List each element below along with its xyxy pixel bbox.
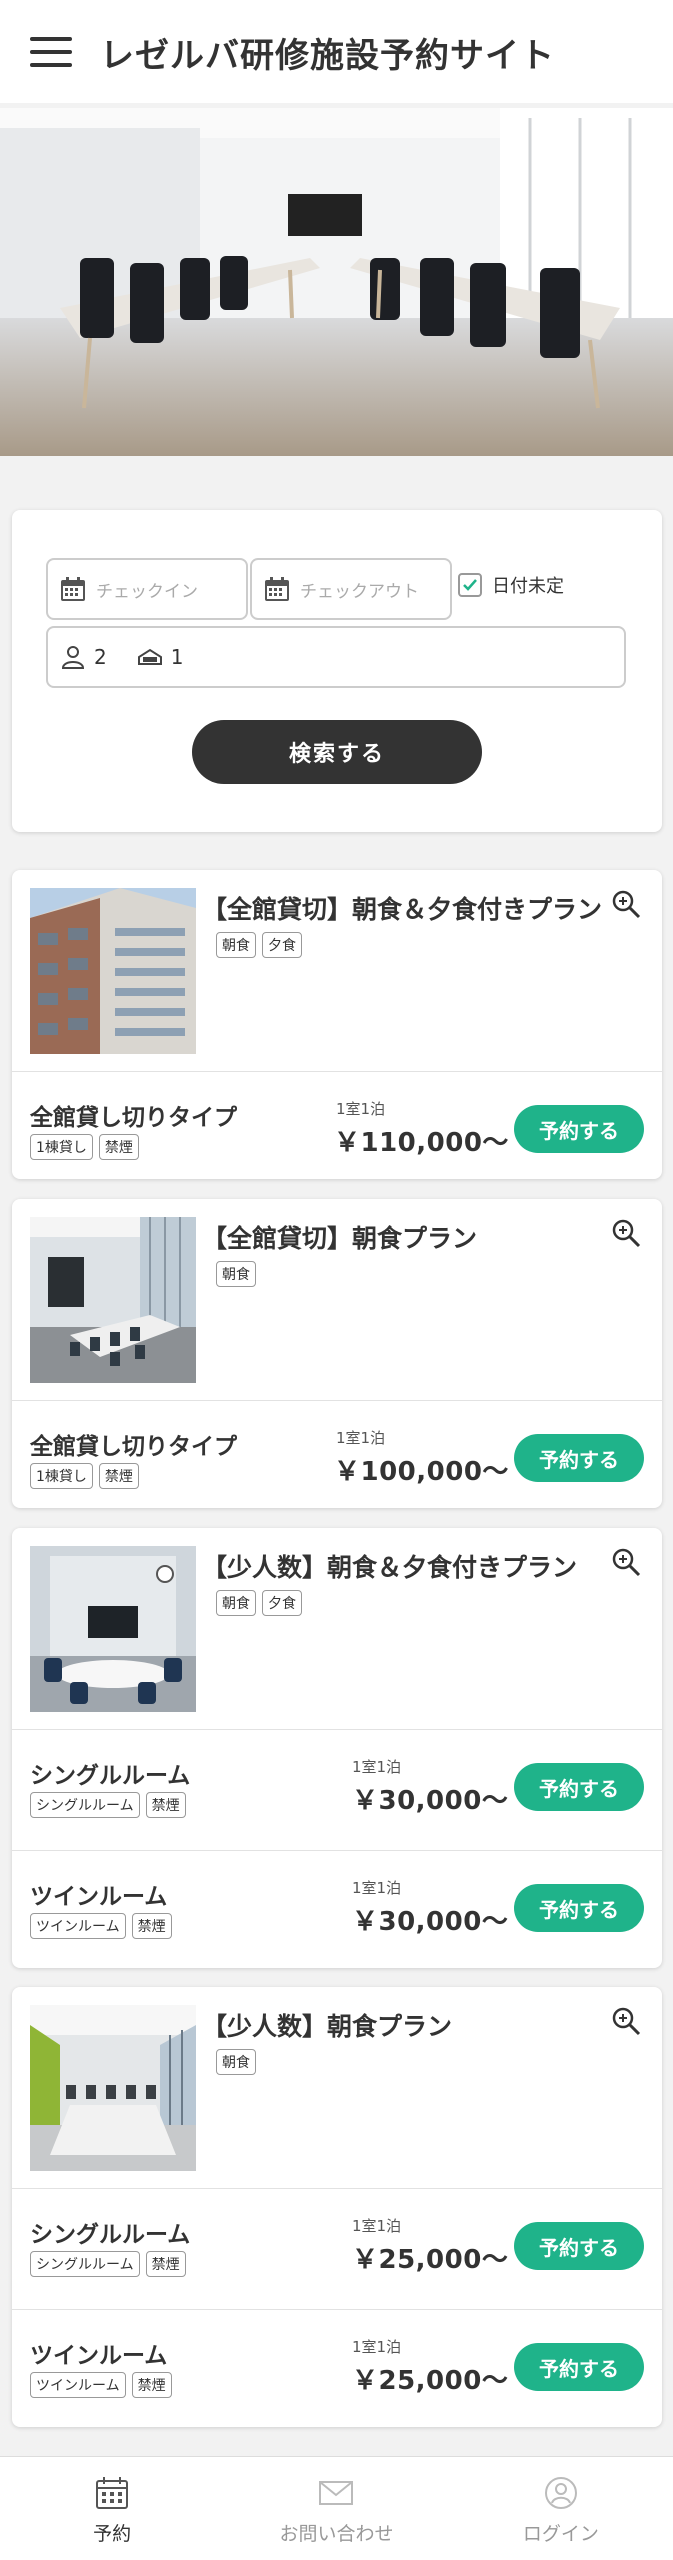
nav-reservation[interactable]: 予約	[0, 2457, 224, 2560]
room-row: 全館貸し切りタイプ 1棟貸し 禁煙 1室1泊 ￥100,000〜 予約する	[12, 1401, 662, 1508]
price: ￥30,000〜	[352, 1786, 509, 1816]
hero-image	[0, 108, 673, 456]
book-button[interactable]: 予約する	[514, 1884, 644, 1932]
undecided-label: 日付未定	[492, 576, 564, 597]
plan-title[interactable]: 【全館貸切】朝食プラン	[202, 1219, 477, 1255]
calendar-icon	[61, 577, 85, 601]
nav-contact[interactable]: お問い合わせ	[224, 2457, 448, 2560]
checkin-field[interactable]: チェックイン	[46, 558, 248, 620]
bed-icon	[137, 648, 162, 665]
plan-card: 【少人数】朝食＆夕食付きプラン 朝食 夕食 シングルルーム シングルルーム 禁煙…	[12, 1528, 662, 1968]
plan-card: 【全館貸切】朝食プラン 朝食 全館貸し切りタイプ 1棟貸し 禁煙 1室1泊 ￥1…	[12, 1199, 662, 1508]
room-name: 全館貸し切りタイプ	[30, 1434, 237, 1460]
nav-label: 予約	[93, 2523, 132, 2545]
price-unit: 1室1泊	[352, 1758, 402, 1776]
plan-card: 【全館貸切】朝食＆夕食付きプラン 朝食 夕食 全館貸し切りタイプ 1棟貸し 禁煙…	[12, 870, 662, 1179]
book-button[interactable]: 予約する	[514, 1763, 644, 1811]
plan-tags: 朝食 夕食	[216, 932, 302, 958]
checkout-placeholder: チェックアウト	[300, 581, 419, 602]
meal-tag: 夕食	[262, 1590, 302, 1616]
checkout-field[interactable]: チェックアウト	[250, 558, 452, 620]
room-row: ツインルーム ツインルーム 禁煙 1室1泊 ￥30,000〜 予約する	[12, 1850, 662, 1968]
site-title: レゼルバ研修施設予約サイト	[100, 36, 555, 76]
room-tag: シングルルーム	[30, 2251, 140, 2277]
mail-icon	[319, 2481, 354, 2505]
checkin-placeholder: チェックイン	[96, 581, 198, 602]
menu-icon[interactable]	[30, 37, 72, 67]
room-tag: 1棟貸し	[30, 1463, 93, 1489]
header: レゼルバ研修施設予約サイト	[0, 0, 673, 103]
meal-tag: 朝食	[216, 1590, 256, 1616]
room-tag: シングルルーム	[30, 1792, 140, 1818]
price-unit: 1室1泊	[352, 2217, 402, 2235]
price: ￥30,000〜	[352, 1907, 509, 1937]
room-row: シングルルーム シングルルーム 禁煙 1室1泊 ￥25,000〜 予約する	[12, 2189, 662, 2309]
calendar-icon	[96, 2477, 129, 2509]
room-row: 全館貸し切りタイプ 1棟貸し 禁煙 1室1泊 ￥110,000〜 予約する	[12, 1072, 662, 1179]
zoom-in-icon[interactable]	[610, 1546, 642, 1578]
user-icon	[544, 2477, 577, 2509]
price: ￥25,000〜	[352, 2245, 509, 2275]
price-unit: 1室1泊	[336, 1100, 386, 1118]
plan-title[interactable]: 【少人数】朝食プラン	[202, 2007, 452, 2043]
nav-label: ログイン	[522, 2523, 599, 2545]
room-name: シングルルーム	[30, 2222, 191, 2248]
calendar-icon	[265, 577, 289, 601]
price-unit: 1室1泊	[352, 2338, 402, 2356]
date-undecided-toggle[interactable]: 日付未定	[458, 572, 564, 598]
search-panel: チェックイン チェックアウト 日付未定 2 1 検索する	[12, 510, 662, 832]
zoom-in-icon[interactable]	[610, 2005, 642, 2037]
room-row: シングルルーム シングルルーム 禁煙 1室1泊 ￥30,000〜 予約する	[12, 1730, 662, 1850]
plan-title[interactable]: 【少人数】朝食＆夕食付きプラン	[202, 1548, 577, 1584]
plan-photo[interactable]	[30, 1546, 196, 1712]
room-name: シングルルーム	[30, 1763, 191, 1789]
search-button[interactable]: 検索する	[192, 720, 482, 784]
bottom-nav: 予約 お問い合わせ ログイン	[0, 2456, 673, 2560]
room-tag: 禁煙	[131, 2372, 172, 2398]
plan-photo[interactable]	[30, 888, 196, 1054]
check-icon	[463, 579, 477, 591]
meal-tag: 朝食	[216, 932, 256, 958]
plan-title[interactable]: 【全館貸切】朝食＆夕食付きプラン	[202, 890, 602, 926]
room-tag: ツインルーム	[30, 1913, 126, 1939]
room-row: ツインルーム ツインルーム 禁煙 1室1泊 ￥25,000〜 予約する	[12, 2309, 662, 2427]
guest-count: 2	[94, 645, 107, 669]
plan-tags: 朝食	[216, 1261, 256, 1287]
room-count: 1	[170, 645, 184, 669]
person-icon	[61, 646, 85, 669]
price-unit: 1室1泊	[336, 1429, 386, 1447]
zoom-in-icon[interactable]	[610, 1217, 642, 1249]
plan-tags: 朝食 夕食	[216, 1590, 302, 1616]
price-unit: 1室1泊	[352, 1879, 402, 1897]
zoom-in-icon[interactable]	[610, 888, 642, 920]
plan-photo[interactable]	[30, 2005, 196, 2171]
price: ￥110,000〜	[334, 1128, 509, 1158]
room-tag: 禁煙	[145, 1792, 186, 1818]
meal-tag: 朝食	[216, 1261, 256, 1287]
meal-tag: 朝食	[216, 2049, 256, 2075]
meal-tag: 夕食	[262, 932, 302, 958]
room-tag: 禁煙	[98, 1134, 139, 1160]
price: ￥25,000〜	[352, 2366, 509, 2396]
plan-photo[interactable]	[30, 1217, 196, 1383]
book-button[interactable]: 予約する	[514, 1105, 644, 1153]
room-tag: ツインルーム	[30, 2372, 126, 2398]
nav-login[interactable]: ログイン	[449, 2457, 673, 2560]
room-name: ツインルーム	[30, 1884, 168, 1910]
nav-label: お問い合わせ	[279, 2523, 394, 2545]
plan-tags: 朝食	[216, 2049, 256, 2075]
room-tag: 禁煙	[98, 1463, 139, 1489]
book-button[interactable]: 予約する	[514, 1434, 644, 1482]
room-name: 全館貸し切りタイプ	[30, 1105, 237, 1131]
room-tag: 禁煙	[145, 2251, 186, 2277]
plan-card: 【少人数】朝食プラン 朝食 シングルルーム シングルルーム 禁煙 1室1泊 ￥2…	[12, 1987, 662, 2427]
book-button[interactable]: 予約する	[514, 2222, 644, 2270]
room-name: ツインルーム	[30, 2343, 168, 2369]
room-tag: 1棟貸し	[30, 1134, 93, 1160]
room-tag: 禁煙	[131, 1913, 172, 1939]
guests-rooms-field[interactable]: 2 1	[46, 626, 626, 688]
price: ￥100,000〜	[334, 1457, 509, 1487]
undecided-checkbox[interactable]	[458, 573, 482, 597]
book-button[interactable]: 予約する	[514, 2343, 644, 2391]
